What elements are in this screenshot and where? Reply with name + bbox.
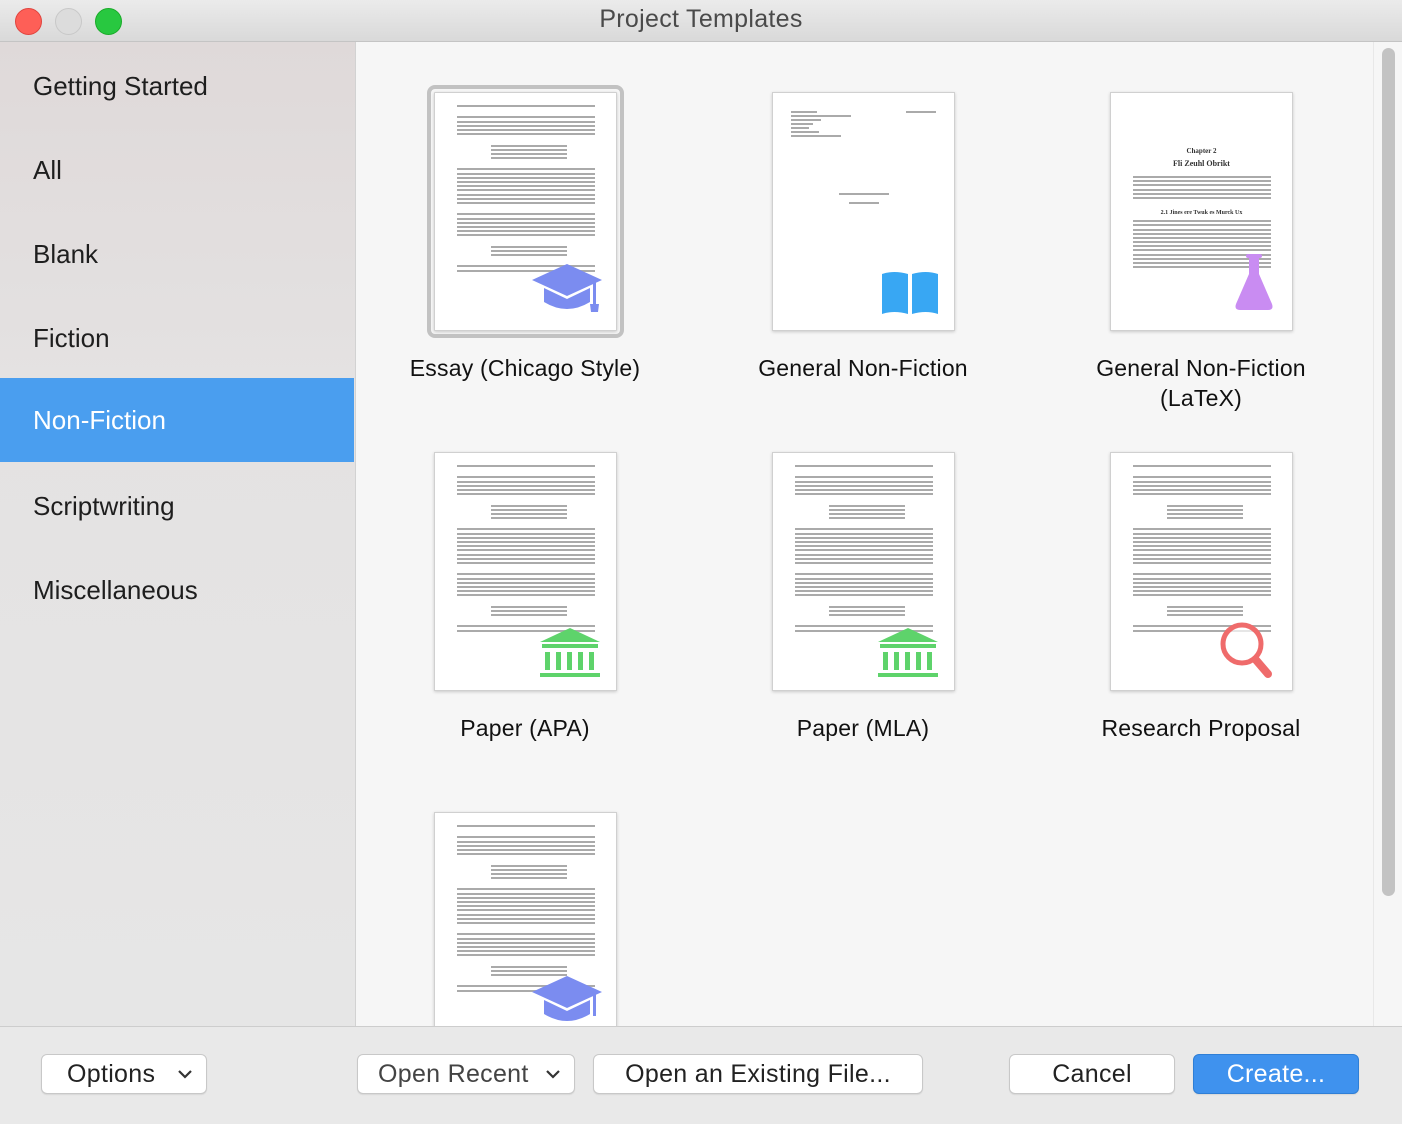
template-label: Paper (APA) <box>460 715 590 741</box>
template-grid: Essay (Chicago Style) General Non-Fictio… <box>356 42 1402 1026</box>
template-label: General Non-Fiction (LaTeX) <box>1051 353 1351 413</box>
graduation-cap-icon <box>531 976 602 1021</box>
scrollbar-thumb[interactable] <box>1382 48 1395 896</box>
sidebar-item-all[interactable]: All <box>0 128 354 212</box>
page-text-lines <box>456 465 595 634</box>
template-paper-apa[interactable]: Paper (APA) <box>375 452 675 743</box>
template-label: Research Proposal <box>1101 715 1301 741</box>
open-recent-dropdown-button[interactable]: Open Recent <box>357 1054 575 1094</box>
template-thumbnail <box>771 92 955 331</box>
title-bar[interactable]: Project Templates <box>0 0 1402 42</box>
template-general-non-fiction[interactable]: General Non-Fiction <box>713 92 1013 383</box>
template-thumbnail <box>1109 452 1293 691</box>
template-thumbnail <box>433 812 617 1026</box>
project-templates-window: Project Templates Getting Started All Bl… <box>0 0 1402 1124</box>
building-columns-icon <box>877 628 938 677</box>
sidebar-item-label: Scriptwriting <box>33 490 175 521</box>
category-sidebar: Getting Started All Blank Fiction Non-Fi… <box>0 42 356 1026</box>
template-thumbnail <box>426 85 624 338</box>
latex-chapter-heading: Chapter 2 <box>1186 147 1217 155</box>
sidebar-item-label: All <box>33 154 62 185</box>
sidebar-item-getting-started[interactable]: Getting Started <box>0 44 354 128</box>
window-title: Project Templates <box>599 5 803 33</box>
template-thumbnail <box>771 452 955 691</box>
template-thumbnail: Chapter 2 Fli Zeuhl Obrikt 2.1 Jines ere… <box>1109 92 1293 331</box>
cancel-button[interactable]: Cancel <box>1009 1054 1175 1094</box>
sidebar-item-fiction[interactable]: Fiction <box>0 296 354 380</box>
chevron-down-icon <box>178 1070 192 1079</box>
open-existing-file-button[interactable]: Open an Existing File... <box>593 1054 923 1094</box>
open-existing-file-label: Open an Existing File... <box>625 1059 891 1088</box>
page-text-lines <box>838 193 889 195</box>
sidebar-item-non-fiction[interactable]: Non-Fiction <box>0 378 354 462</box>
page-text-lines <box>848 202 879 204</box>
sidebar-item-label: Non-Fiction <box>33 404 166 435</box>
template-research-proposal[interactable]: Research Proposal <box>1051 452 1351 743</box>
flask-icon <box>1235 254 1272 310</box>
template-thumbnail <box>433 452 617 691</box>
create-button[interactable]: Create... <box>1193 1054 1359 1094</box>
latex-chapter-title: Fli Zeuhl Obrikt <box>1173 159 1230 168</box>
options-button-label: Options <box>67 1059 156 1088</box>
magnifying-glass-icon <box>1220 622 1272 678</box>
sidebar-item-label: Fiction <box>33 322 110 353</box>
sidebar-item-miscellaneous[interactable]: Miscellaneous <box>0 548 354 632</box>
page-text-lines <box>456 825 595 994</box>
template-partial[interactable] <box>375 812 675 1026</box>
template-label-line: (LaTeX) <box>1160 385 1242 411</box>
page-text-lines <box>456 105 595 274</box>
sidebar-item-scriptwriting[interactable]: Scriptwriting <box>0 464 354 548</box>
template-label-line: General Non-Fiction <box>1096 355 1306 381</box>
template-essay-chicago[interactable]: Essay (Chicago Style) <box>375 85 675 383</box>
page-text-lines <box>905 111 936 113</box>
open-book-icon <box>881 272 938 314</box>
chevron-down-icon <box>546 1070 560 1079</box>
latex-section-heading: 2.1 Jines ere Twuk es Murck Ux <box>1160 210 1243 217</box>
page-text-lines <box>794 465 933 634</box>
vertical-scrollbar[interactable] <box>1373 42 1402 1026</box>
template-label: Essay (Chicago Style) <box>409 355 641 381</box>
options-dropdown-button[interactable]: Options <box>41 1054 207 1094</box>
template-general-non-fiction-latex[interactable]: Chapter 2 Fli Zeuhl Obrikt 2.1 Jines ere… <box>1051 92 1351 413</box>
template-label: General Non-Fiction <box>758 355 968 381</box>
template-paper-mla[interactable]: Paper (MLA) <box>713 452 1013 743</box>
sidebar-item-label: Miscellaneous <box>33 574 198 605</box>
sidebar-item-label: Blank <box>33 238 99 269</box>
cancel-button-label: Cancel <box>1052 1059 1132 1088</box>
building-columns-icon <box>539 628 600 677</box>
sidebar-item-label: Getting Started <box>33 70 208 101</box>
page-text-lines <box>790 109 941 139</box>
template-label: Paper (MLA) <box>796 715 930 741</box>
graduation-cap-icon <box>531 264 602 312</box>
sidebar-item-blank[interactable]: Blank <box>0 212 354 296</box>
open-recent-button-label: Open Recent <box>378 1059 529 1088</box>
create-button-label: Create... <box>1226 1059 1326 1088</box>
dialog-footer: Options Open Recent Open an Existing Fil… <box>0 1026 1402 1124</box>
page-text-lines <box>1132 465 1271 634</box>
